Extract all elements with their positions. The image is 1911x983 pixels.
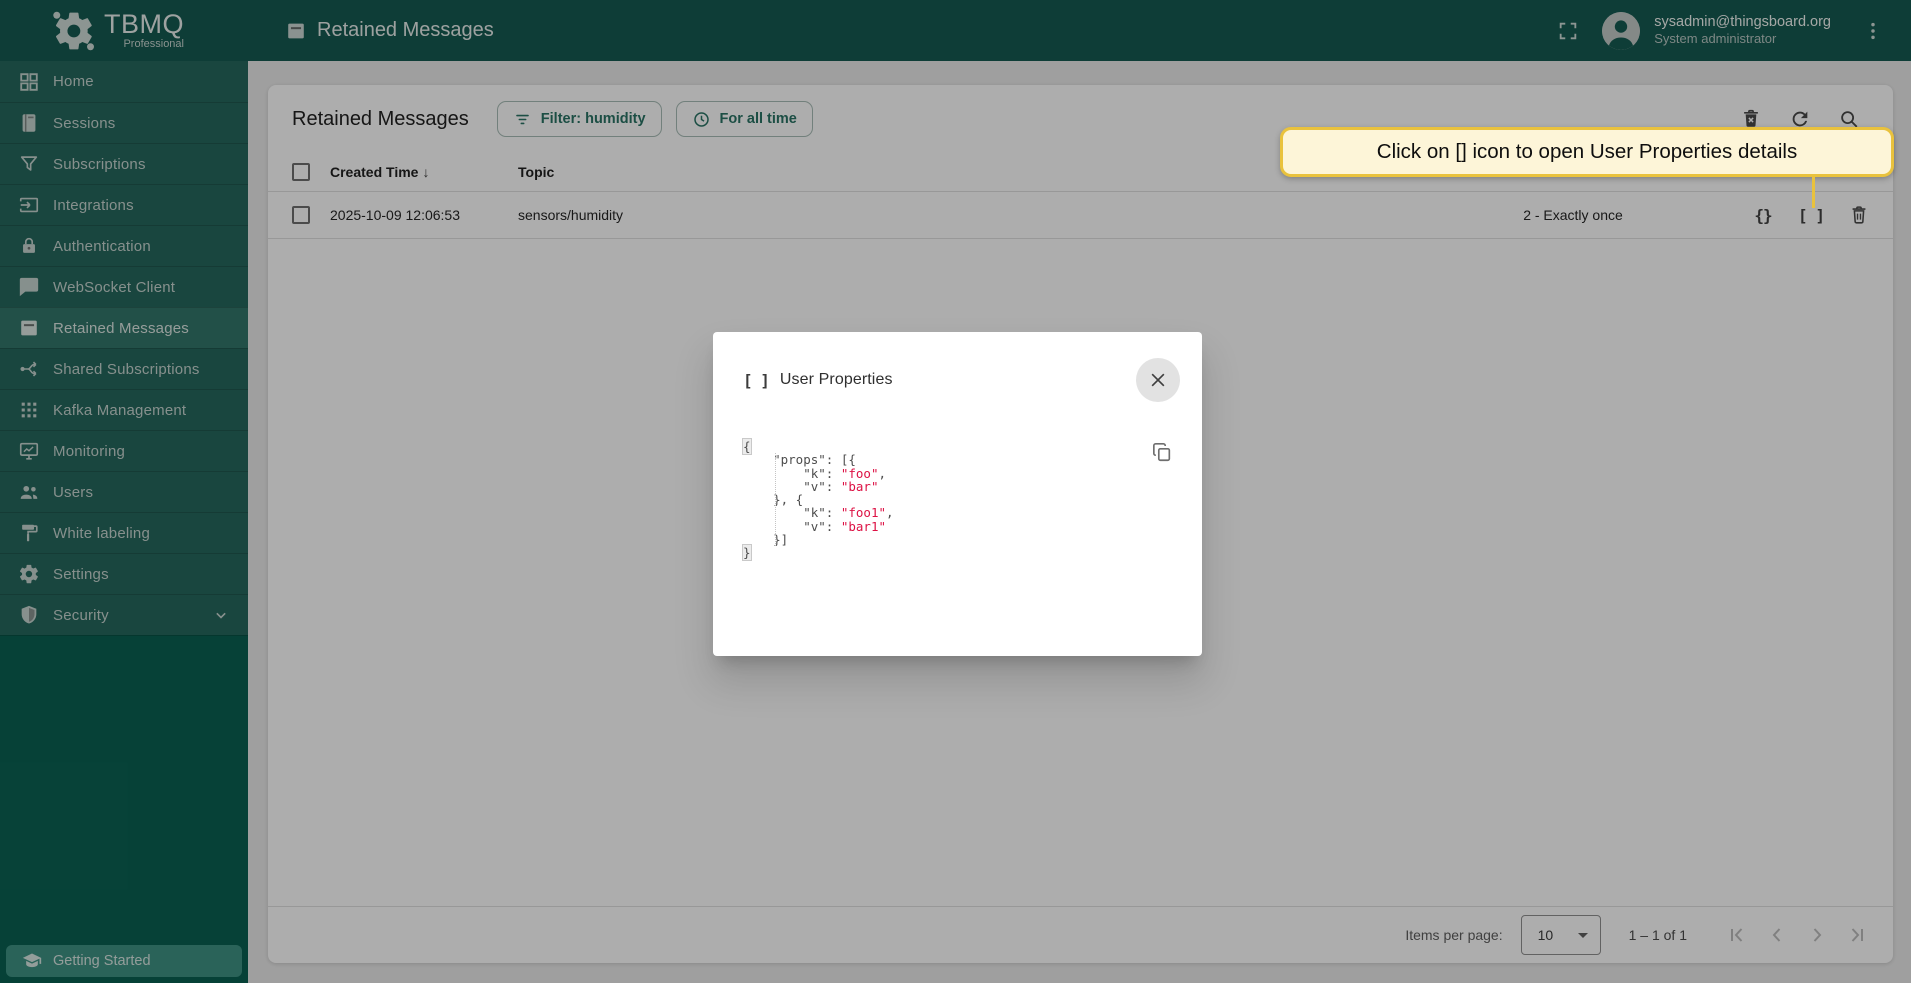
tooltip-pointer-line xyxy=(1812,177,1815,208)
square-brackets-icon: [ ] xyxy=(743,371,769,390)
user-properties-dialog: [ ] User Properties { "props": [{ "k": "… xyxy=(713,332,1202,656)
json-code: { "props": [{ "k": "foo", "v": "bar" }, … xyxy=(743,440,1172,560)
dialog-header: [ ] User Properties xyxy=(743,332,1172,402)
copy-icon xyxy=(1151,441,1173,463)
close-dialog-button[interactable] xyxy=(1136,358,1180,402)
indent-guide xyxy=(775,453,776,546)
json-editor: { "props": [{ "k": "foo", "v": "bar" }, … xyxy=(743,440,1172,560)
dialog-title: User Properties xyxy=(780,371,893,389)
hint-tooltip: Click on [] icon to open User Properties… xyxy=(1280,127,1894,177)
hint-tooltip-text: Click on [] icon to open User Properties… xyxy=(1377,140,1797,164)
close-icon xyxy=(1148,370,1168,390)
copy-button[interactable] xyxy=(1144,434,1180,470)
